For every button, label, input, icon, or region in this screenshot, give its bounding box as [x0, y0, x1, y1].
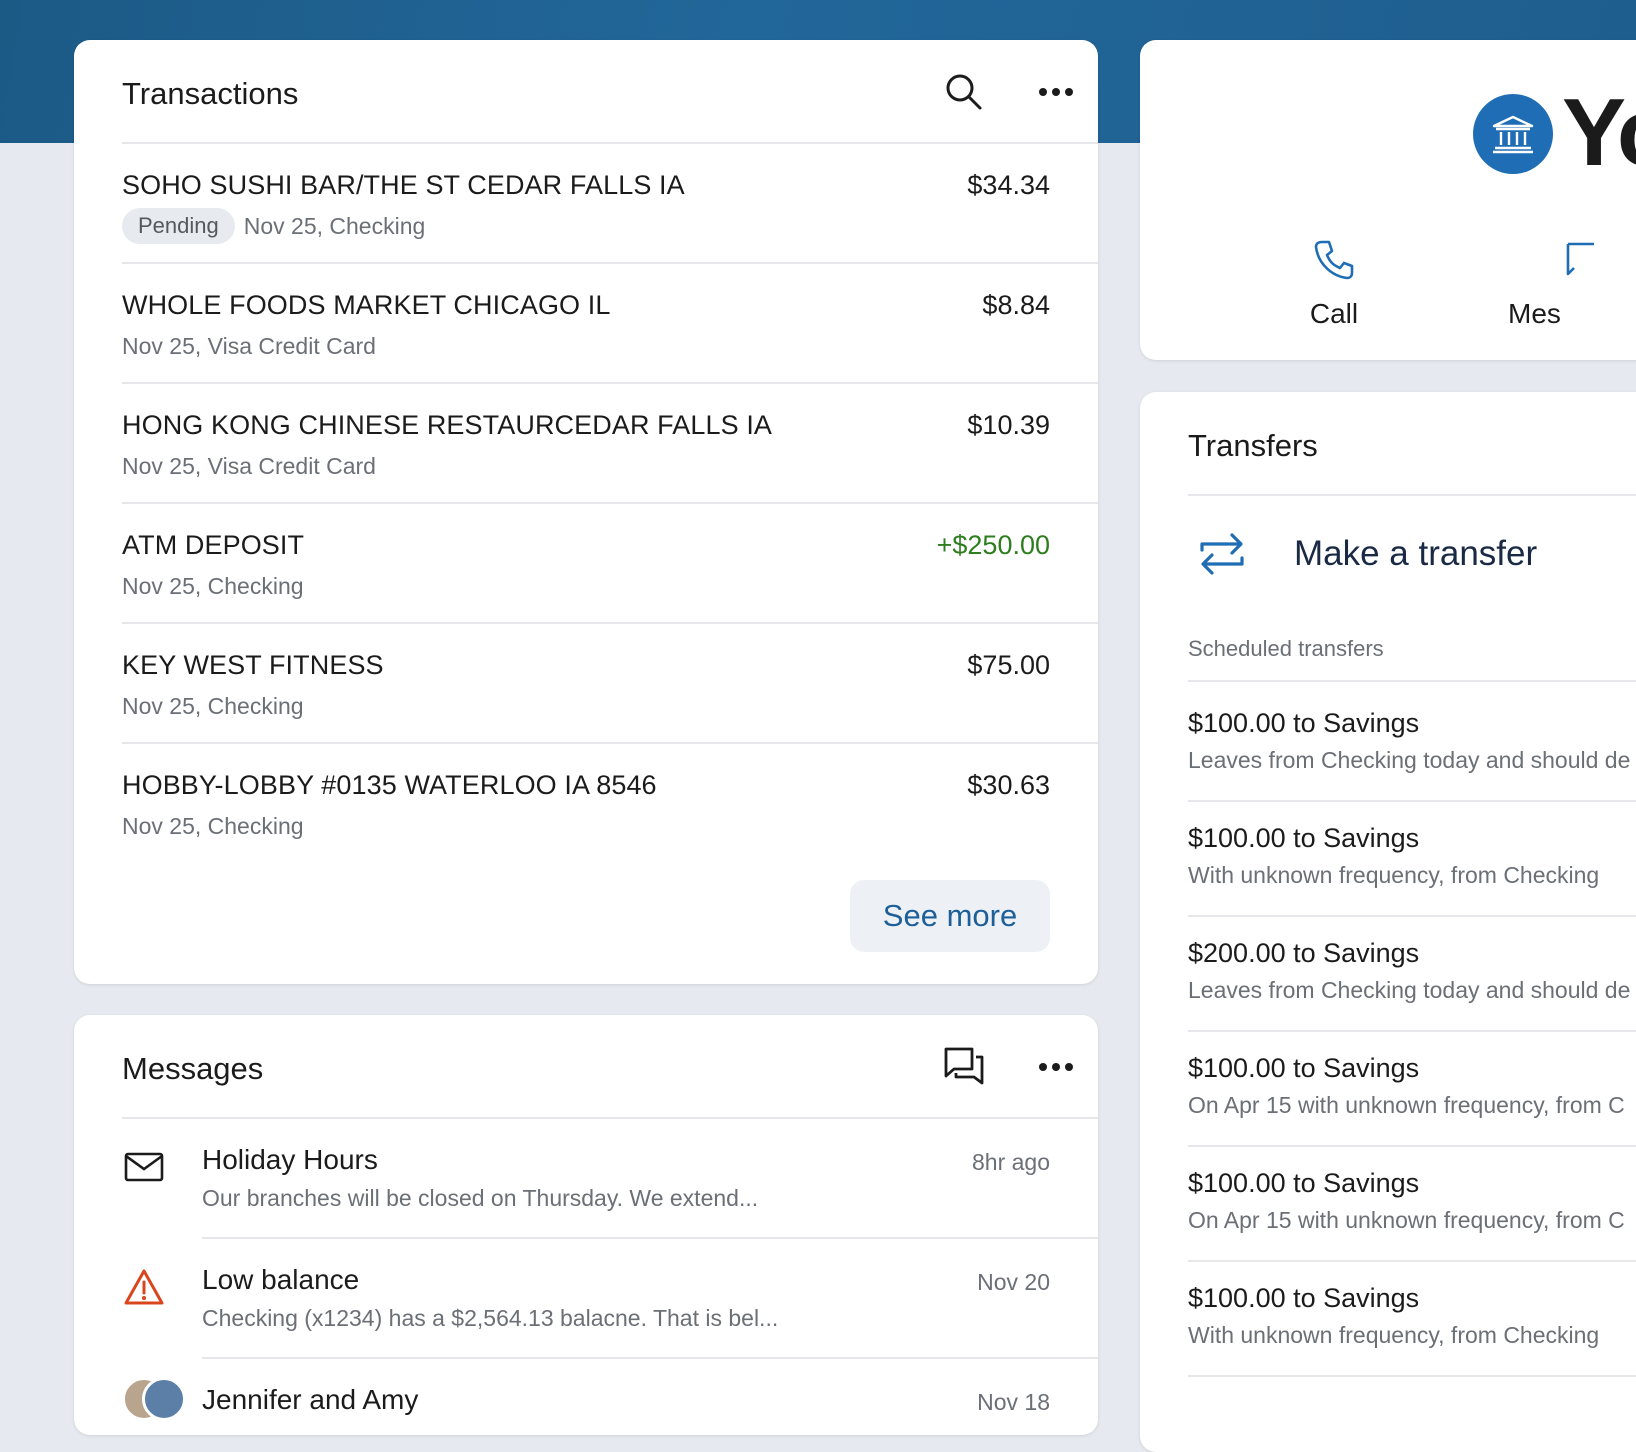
transfer-detail: On Apr 15 with unknown frequency, from C — [1188, 1092, 1625, 1118]
transaction-name: WHOLE FOODS MARKET CHICAGO IL — [122, 290, 611, 320]
avatar — [122, 1377, 194, 1425]
messages-card: Messages Holiday Hours Our branches will… — [74, 1015, 1098, 1435]
message-title: Jennifer and Amy — [202, 1384, 419, 1415]
bank-icon — [1473, 94, 1553, 174]
chat-icon[interactable] — [940, 1043, 988, 1091]
transaction-name: HONG KONG CHINESE RESTAURCEDAR FALLS IA — [122, 410, 773, 440]
message-row[interactable]: Low balance Checking (x1234) has a $2,56… — [74, 1239, 1098, 1359]
transactions-title: Transactions — [122, 76, 299, 111]
message-title: Low balance — [202, 1264, 360, 1295]
transaction-detail: Nov 25, Visa Credit Card — [122, 332, 376, 359]
search-icon[interactable] — [940, 68, 988, 116]
transaction-row[interactable]: ATM DEPOSIT Nov 25, Checking +$250.00 — [122, 504, 1098, 624]
warning-icon — [120, 1263, 168, 1311]
make-transfer-label: Make a transfer — [1294, 534, 1538, 573]
transaction-name: KEY WEST FITNESS — [122, 650, 384, 680]
envelope-icon — [120, 1143, 168, 1191]
transaction-amount: $75.00 — [967, 650, 1050, 680]
transfer-detail: Leaves from Checking today and should de — [1188, 977, 1631, 1003]
transfer-detail: With unknown frequency, from Checking — [1188, 862, 1600, 888]
message-time: Nov 20 — [977, 1269, 1050, 1295]
transfer-detail: Leaves from Checking today and should de — [1188, 747, 1631, 773]
transfer-title: $100.00 to Savings — [1188, 1168, 1420, 1198]
transfer-title: $200.00 to Savings — [1188, 938, 1420, 968]
messages-title: Messages — [122, 1051, 264, 1086]
make-transfer-button[interactable]: Make a transfer — [1188, 496, 1636, 616]
bank-contact-card: Yo Call Mes — [1140, 40, 1636, 360]
phone-icon — [1254, 230, 1414, 290]
transfer-title: $100.00 to Savings — [1188, 823, 1420, 853]
scheduled-transfers-label: Scheduled transfers — [1188, 636, 1384, 661]
transaction-row[interactable]: HOBBY-LOBBY #0135 WATERLOO IA 8546 Nov 2… — [122, 744, 1098, 864]
transaction-detail: Nov 25, Visa Credit Card — [122, 452, 376, 479]
transaction-name: ATM DEPOSIT — [122, 530, 305, 560]
transfer-title: $100.00 to Savings — [1188, 1283, 1420, 1313]
message-row[interactable]: Jennifer and Amy Nov 18 — [74, 1359, 1098, 1435]
transaction-detail: Nov 25, Checking — [122, 812, 304, 839]
see-more-button[interactable]: See more — [850, 880, 1050, 952]
message-icon — [1508, 230, 1628, 290]
transaction-row[interactable]: WHOLE FOODS MARKET CHICAGO IL Nov 25, Vi… — [122, 264, 1098, 384]
call-label: Call — [1309, 298, 1359, 329]
transaction-detail: Nov 25, Checking — [243, 212, 426, 239]
message-time: 8hr ago — [971, 1149, 1050, 1175]
transaction-row[interactable]: KEY WEST FITNESS Nov 25, Checking $75.00 — [122, 624, 1098, 744]
bank-name: Yo — [1562, 79, 1636, 186]
scheduled-transfer-row[interactable]: $100.00 to Savings With unknown frequenc… — [1188, 1257, 1636, 1377]
transaction-row[interactable]: SOHO SUSHI BAR/THE ST CEDAR FALLS IA Pen… — [122, 144, 1098, 264]
transfers-card: Transfers Make a transfer Scheduled tran… — [1140, 392, 1636, 1452]
transaction-amount: $10.39 — [967, 410, 1050, 440]
scheduled-transfer-row[interactable]: $100.00 to Savings Leaves from Checking … — [1188, 682, 1636, 802]
transactions-card: Transactions SOHO SUSHI BAR/THE ST CEDAR… — [74, 40, 1098, 984]
message-title: Holiday Hours — [202, 1144, 378, 1175]
transaction-detail: Nov 25, Checking — [122, 572, 304, 599]
transactions-header: Transactions — [122, 40, 1098, 144]
scheduled-transfer-row[interactable]: $200.00 to Savings Leaves from Checking … — [1188, 912, 1636, 1032]
message-button[interactable]: Mes — [1508, 230, 1628, 330]
scheduled-transfer-row[interactable]: $100.00 to Savings On Apr 15 with unknow… — [1188, 1027, 1636, 1147]
transaction-amount: $8.84 — [982, 290, 1050, 320]
transfer-detail: On Apr 15 with unknown frequency, from C — [1188, 1207, 1625, 1233]
transaction-detail: Nov 25, Checking — [122, 692, 304, 719]
transaction-amount: $34.34 — [967, 170, 1050, 200]
transaction-amount: $30.63 — [967, 770, 1050, 800]
call-button[interactable]: Call — [1254, 230, 1414, 330]
transfers-title: Transfers — [1188, 428, 1318, 463]
transaction-detail-line: Pending Nov 25, Checking — [122, 208, 425, 244]
pending-badge: Pending — [122, 208, 235, 244]
more-options-icon[interactable] — [1032, 68, 1080, 116]
transaction-row[interactable]: HONG KONG CHINESE RESTAURCEDAR FALLS IA … — [122, 384, 1098, 504]
message-row[interactable]: Holiday Hours Our branches will be close… — [74, 1119, 1098, 1239]
message-preview: Checking (x1234) has a $2,564.13 balacne… — [202, 1305, 779, 1331]
avatar-image — [142, 1377, 186, 1421]
transfer-detail: With unknown frequency, from Checking — [1188, 1322, 1600, 1348]
transaction-amount: +$250.00 — [936, 530, 1050, 560]
scheduled-transfer-row[interactable]: $100.00 to Savings On Apr 15 with unknow… — [1188, 1142, 1636, 1262]
transfer-arrows-icon — [1196, 524, 1248, 589]
transaction-name: HOBBY-LOBBY #0135 WATERLOO IA 8546 — [122, 770, 657, 800]
transfer-title: $100.00 to Savings — [1188, 1053, 1420, 1083]
transfer-title: $100.00 to Savings — [1188, 708, 1420, 738]
scheduled-transfer-row[interactable]: $100.00 to Savings With unknown frequenc… — [1188, 797, 1636, 917]
message-time: Nov 18 — [977, 1389, 1050, 1415]
transfers-header: Transfers — [1188, 392, 1636, 496]
message-label: Mes — [1508, 298, 1561, 329]
more-options-icon[interactable] — [1032, 1043, 1080, 1091]
messages-header: Messages — [122, 1015, 1098, 1119]
transaction-name: SOHO SUSHI BAR/THE ST CEDAR FALLS IA — [122, 170, 685, 200]
message-preview: Our branches will be closed on Thursday.… — [202, 1185, 759, 1211]
